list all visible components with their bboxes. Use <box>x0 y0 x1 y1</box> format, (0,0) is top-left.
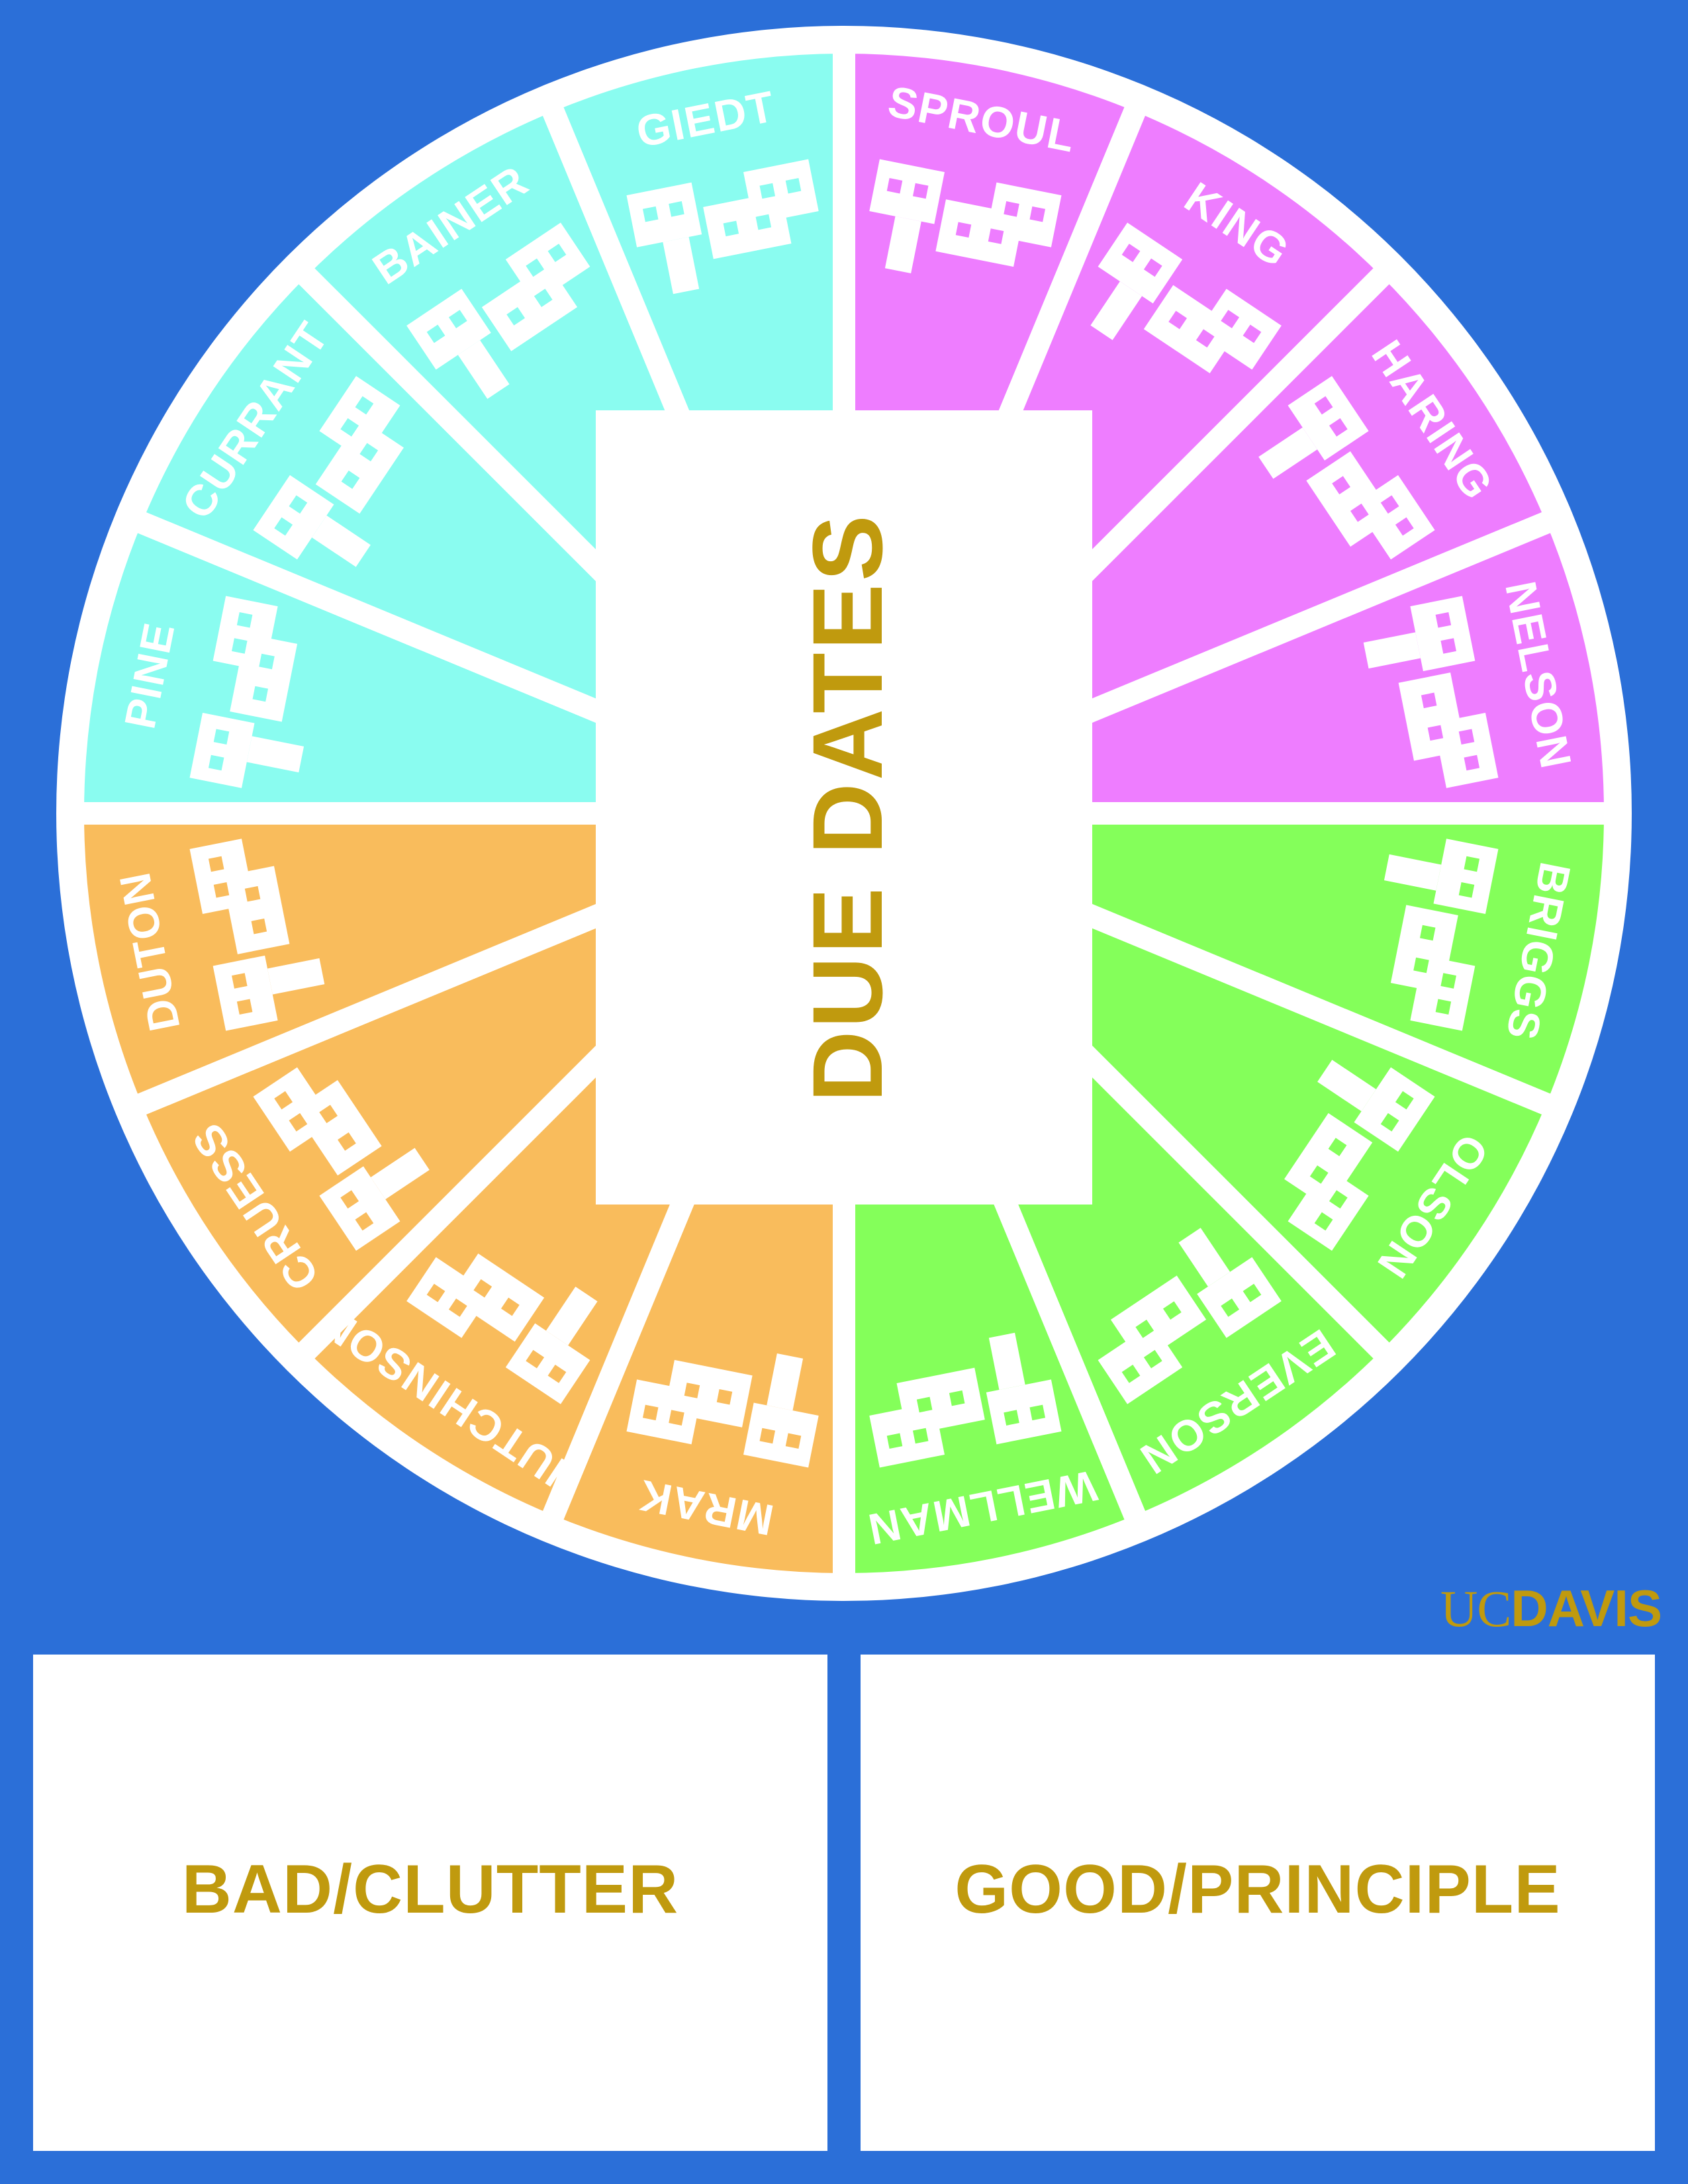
uc-davis-logo: UCDAVIS <box>1397 1578 1662 1639</box>
due-dates-wheel: SPROULKINGHARINGNELSONBRIGGSOLSONEVERSON… <box>56 26 1632 1601</box>
bad-clutter-label: BAD/CLUTTER <box>181 1850 679 1928</box>
logo-davis: DAVIS <box>1511 1579 1662 1637</box>
good-principle-label: GOOD/PRINCIPLE <box>955 1850 1561 1928</box>
center-title: DUE DATES <box>792 512 903 1103</box>
logo-uc: UC <box>1440 1580 1511 1637</box>
bad-clutter-box: BAD/CLUTTER <box>33 1655 827 2151</box>
good-principle-box: GOOD/PRINCIPLE <box>861 1655 1655 2151</box>
